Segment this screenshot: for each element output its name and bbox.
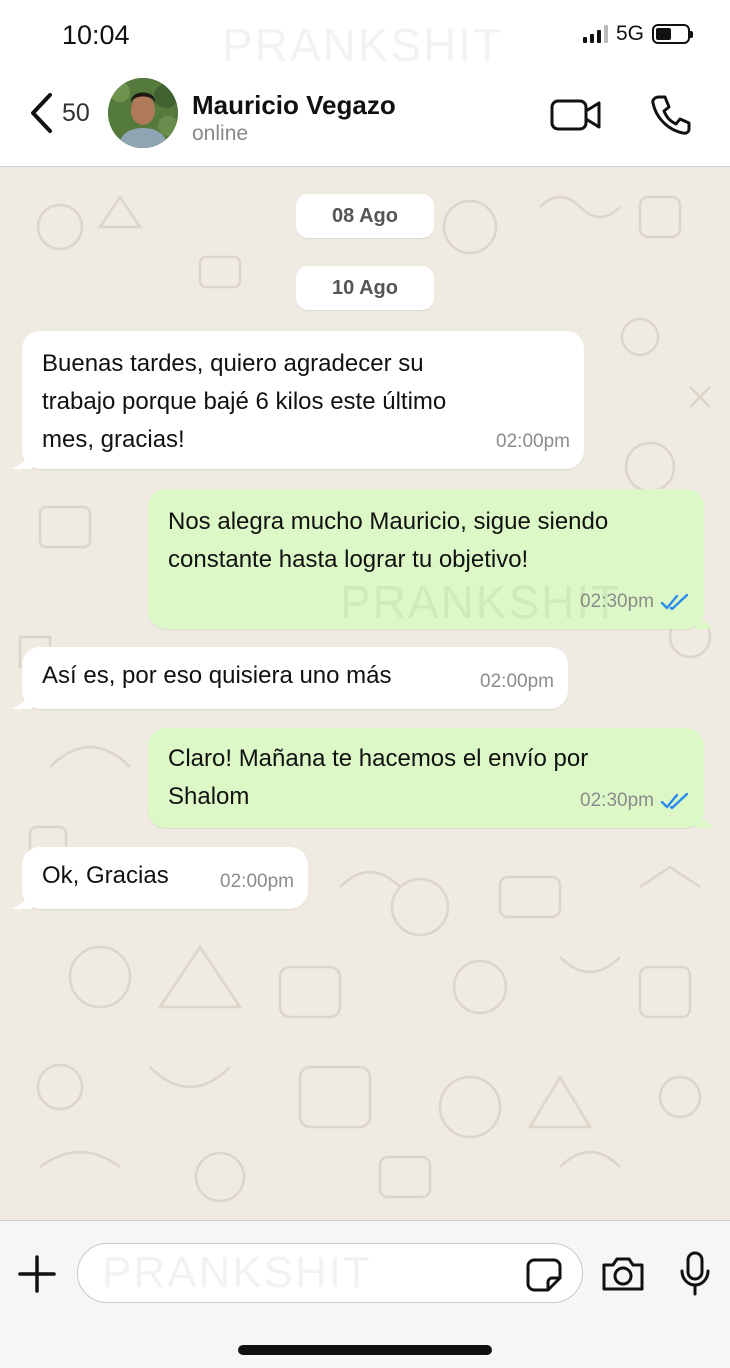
back-chevron-icon	[31, 93, 52, 133]
battery-fill	[656, 28, 671, 40]
microphone-icon[interactable]	[679, 1251, 711, 1297]
bubble-tail	[696, 812, 716, 828]
message-outgoing[interactable]: Claro! Mañana te hacemos el envío por Sh…	[148, 728, 716, 828]
home-indicator[interactable]	[238, 1345, 492, 1355]
read-ticks-icon	[660, 593, 689, 611]
bubble-tail	[12, 693, 32, 709]
plus-icon[interactable]	[18, 1255, 56, 1293]
camera-icon[interactable]	[600, 1255, 646, 1293]
message-time: 02:00pm	[480, 671, 554, 692]
message-incoming[interactable]: Así es, por eso quisiera uno más 02:00pm	[12, 647, 568, 709]
bubble-tail	[12, 453, 32, 469]
battery-icon	[652, 24, 693, 44]
bubble-tail	[696, 613, 716, 629]
message-outgoing[interactable]: Nos alegra mucho Mauricio, sigue siendo …	[148, 489, 716, 629]
message-input-container[interactable]: PRANKSHIT	[77, 1243, 583, 1303]
date-pill: 10 Ago	[296, 266, 434, 310]
status-bar: 10:04 PRANKSHIT 5G	[0, 0, 730, 71]
unread-count: 50	[62, 98, 90, 127]
status-time: 10:04	[62, 20, 130, 50]
video-call-icon[interactable]	[550, 98, 602, 132]
contact-status: online	[192, 122, 249, 145]
message-time: 02:00pm	[220, 871, 294, 892]
date-pill: 08 Ago	[296, 194, 434, 238]
message-time: 02:00pm	[496, 431, 570, 452]
watermark: PRANKSHIT	[222, 19, 504, 71]
back-button[interactable]: 50	[28, 92, 90, 134]
read-ticks-icon	[660, 792, 689, 810]
contact-name[interactable]: Mauricio Vegazo	[192, 90, 396, 121]
network-label: 5G	[615, 22, 644, 45]
chat-area[interactable]: 08 Ago 10 Ago Buenas tardes, quiero agra…	[0, 167, 730, 1220]
message-time: 02:30pm	[580, 790, 654, 811]
message-text: Nos alegra mucho Mauricio, sigue siendo …	[168, 508, 609, 573]
phone-call-icon[interactable]	[650, 94, 692, 136]
avatar-image	[108, 78, 178, 148]
sticker-icon[interactable]	[526, 1258, 562, 1292]
avatar[interactable]	[108, 78, 178, 148]
signal-icon	[582, 25, 608, 43]
message-time: 02:30pm	[580, 591, 654, 612]
message-text: Buenas tardes, quiero agradecer su traba…	[42, 350, 447, 453]
bubble-tail	[12, 893, 32, 909]
message-incoming[interactable]: Buenas tardes, quiero agradecer su traba…	[12, 331, 584, 469]
message-incoming[interactable]: Ok, Gracias 02:00pm	[12, 847, 308, 909]
chat-header: 50 Mauricio Vegazo online	[0, 70, 730, 167]
message-text: Así es, por eso quisiera uno más	[42, 662, 392, 689]
message-input[interactable]	[100, 1256, 520, 1292]
